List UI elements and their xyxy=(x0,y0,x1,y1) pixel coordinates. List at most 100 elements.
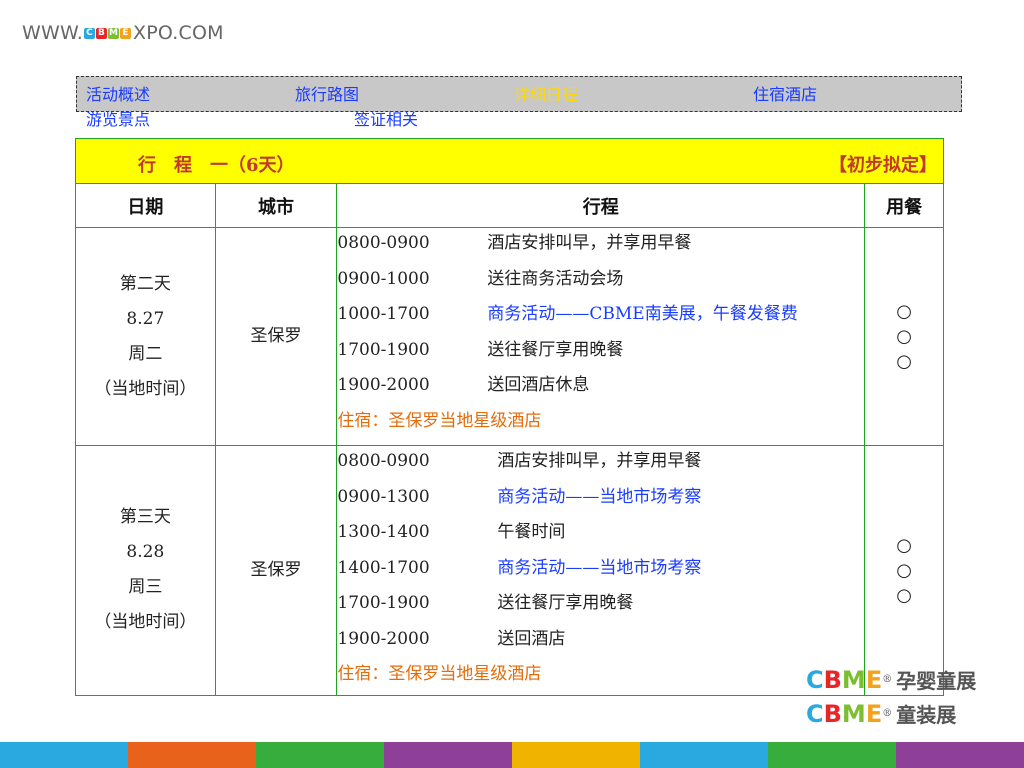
meal-breakfast-mark: ○ xyxy=(896,301,912,322)
meal-dinner-mark: ○ xyxy=(896,351,912,372)
stay-info: 住宿：圣保罗当地星级酒店 xyxy=(337,410,542,431)
item-time: 0900-1000 xyxy=(337,268,430,289)
nav-link-detailed-schedule[interactable]: 详细日程 xyxy=(514,86,578,103)
item-time: 1900-2000 xyxy=(337,628,430,649)
meal-dinner-mark: ○ xyxy=(896,584,912,606)
table-row: 第三天 8.28 周三 （当地时间） 圣保罗 0800-0900 酒店安排叫早，并… xyxy=(75,445,944,696)
day-weekday: 周三 xyxy=(128,577,163,598)
item-time: 0900-1300 xyxy=(337,486,430,507)
site-suffix: XPO.COM xyxy=(133,22,224,44)
table-title-row: 行 程 一（6天） 【初步拟定】 xyxy=(75,138,944,184)
itinerary-item: 1900-2000 送回酒店 xyxy=(337,624,864,660)
stripe-segment xyxy=(256,742,384,768)
day-label: 第三天 xyxy=(119,507,171,528)
item-desc: 商务活动——当地市场考察 xyxy=(497,486,702,507)
stripe-segment xyxy=(0,742,128,768)
itinerary-item: 1000-1700 商务活动——CBME南美展，午餐发餐费 xyxy=(337,299,864,335)
item-desc: 送往餐厅享用晚餐 xyxy=(487,339,624,360)
header-city: 城市 xyxy=(214,183,338,228)
stripe-segment xyxy=(640,742,768,768)
table-header-row: 日期 城市 行程 用餐 xyxy=(75,183,944,228)
registered-mark: ® xyxy=(882,708,893,719)
day-label: 第二天 xyxy=(119,273,171,294)
site-brand-blocks: CBME xyxy=(84,27,132,39)
meal-lunch-mark: ○ xyxy=(896,326,912,347)
city-cell: 圣保罗 xyxy=(214,227,338,446)
item-time: 1900-2000 xyxy=(337,375,430,395)
nav-link-visa[interactable]: 签证相关 xyxy=(354,111,418,128)
stripe-segment xyxy=(896,742,1024,768)
nav-link-overview[interactable]: 活动概述 xyxy=(86,86,150,103)
stripe-segment xyxy=(384,742,512,768)
item-time: 1700-1900 xyxy=(337,593,430,613)
item-time: 0800-0900 xyxy=(337,451,430,471)
preliminary-note: 【初步拟定】 xyxy=(829,155,937,176)
item-desc: 送回酒店 xyxy=(497,628,566,649)
item-desc: 送回酒店休息 xyxy=(487,375,590,395)
stripe-segment xyxy=(768,742,896,768)
header-meal: 用餐 xyxy=(864,183,944,228)
itinerary-cell: 0800-0900 酒店安排叫早，并享用早餐 0900-1300 商务活动——当地市… xyxy=(336,445,866,696)
meal-lunch-mark: ○ xyxy=(896,559,912,581)
itinerary-item: 0800-0900 酒店安排叫早，并享用早餐 xyxy=(337,446,864,482)
item-time: 1400-1700 xyxy=(337,557,430,578)
itinerary-item: 0900-1300 商务活动——当地市场考察 xyxy=(337,482,864,518)
itinerary-item: 1700-1900 送往餐厅享用晚餐 xyxy=(337,588,864,624)
item-time: 0800-0900 xyxy=(337,233,430,253)
brand-letter-m: M xyxy=(108,27,120,39)
item-desc: 午餐时间 xyxy=(497,522,566,542)
brand-letter-c: C xyxy=(84,27,96,39)
table-row: 第二天 8.27 周二 （当地时间） 圣保罗 0800-0900 酒店安排叫早，并… xyxy=(75,227,944,446)
day-timezone: （当地时间） xyxy=(94,612,197,633)
city-cell: 圣保罗 xyxy=(214,445,338,696)
item-desc: 送往商务活动会场 xyxy=(487,268,624,289)
itinerary-item: 1900-2000 送回酒店休息 xyxy=(337,370,864,406)
brand-logo-maternity: CBME ® 孕婴童展 xyxy=(806,665,976,694)
itinerary-item: 1300-1400 午餐时间 xyxy=(337,517,864,553)
itinerary-item: 1400-1700 商务活动——当地市场考察 xyxy=(337,553,864,589)
header-date: 日期 xyxy=(75,183,216,228)
nav-bar: 活动概述 旅行路图 详细日程 住宿酒店 xyxy=(76,76,962,112)
itinerary-item: 1700-1900 送往餐厅享用晚餐 xyxy=(337,335,864,371)
footer-color-stripe xyxy=(0,742,1024,768)
brand-letter-b: B xyxy=(96,27,108,39)
stay-info: 住宿：圣保罗当地星级酒店 xyxy=(337,664,542,684)
brand-logo-apparel: CBME ® 童装展 xyxy=(806,699,956,728)
item-time: 1300-1400 xyxy=(337,522,430,542)
brand-wordmark: CBME xyxy=(806,699,883,728)
brand-letter-e: E xyxy=(120,27,132,39)
item-desc: 商务活动——当地市场考察 xyxy=(497,557,702,578)
itinerary-title: 行 程 一（6天） xyxy=(138,155,295,176)
day-timezone: （当地时间） xyxy=(94,378,197,399)
brand-wordmark: CBME xyxy=(806,665,883,694)
itinerary-cell: 0800-0900 酒店安排叫早，并享用早餐 0900-1000 送往商务活动会场 … xyxy=(336,227,866,446)
item-time: 1000-1700 xyxy=(337,304,430,324)
meal-breakfast-mark: ○ xyxy=(896,534,912,556)
day-cell: 第三天 8.28 周三 （当地时间） xyxy=(75,445,216,696)
nav-link-hotel[interactable]: 住宿酒店 xyxy=(753,86,817,103)
item-desc: 送往餐厅享用晚餐 xyxy=(497,593,634,613)
meal-cell: ○ ○ ○ xyxy=(864,227,944,446)
item-desc: 酒店安排叫早，并享用早餐 xyxy=(497,451,702,471)
day-cell: 第二天 8.27 周二 （当地时间） xyxy=(75,227,216,446)
itinerary-item: 0900-1000 送往商务活动会场 xyxy=(337,264,864,300)
stripe-segment xyxy=(128,742,256,768)
day-weekday: 周二 xyxy=(128,343,163,364)
site-prefix: WWW. xyxy=(22,22,84,44)
day-date: 8.28 xyxy=(126,542,165,563)
item-desc: 酒店安排叫早，并享用早餐 xyxy=(487,233,692,253)
brand-text: 童装展 xyxy=(896,703,957,727)
stripe-segment xyxy=(512,742,640,768)
item-desc: 商务活动——CBME南美展，午餐发餐费 xyxy=(487,304,798,324)
brand-text: 孕婴童展 xyxy=(896,669,977,693)
registered-mark: ® xyxy=(882,674,893,685)
item-time: 1700-1900 xyxy=(337,339,430,360)
site-logo[interactable]: WWW. CBME XPO.COM xyxy=(22,20,224,46)
schedule-table: 行 程 一（6天） 【初步拟定】 日期 城市 行程 用餐 第二天 8.27 周二… xyxy=(75,138,944,696)
nav-link-route-map[interactable]: 旅行路图 xyxy=(295,86,359,103)
nav-link-sightseeing[interactable]: 游览景点 xyxy=(86,111,150,128)
day-date: 8.27 xyxy=(126,308,165,329)
meal-cell: ○ ○ ○ xyxy=(864,445,944,696)
itinerary-item: 0800-0900 酒店安排叫早，并享用早餐 xyxy=(337,228,864,264)
header-itinerary: 行程 xyxy=(336,183,866,228)
